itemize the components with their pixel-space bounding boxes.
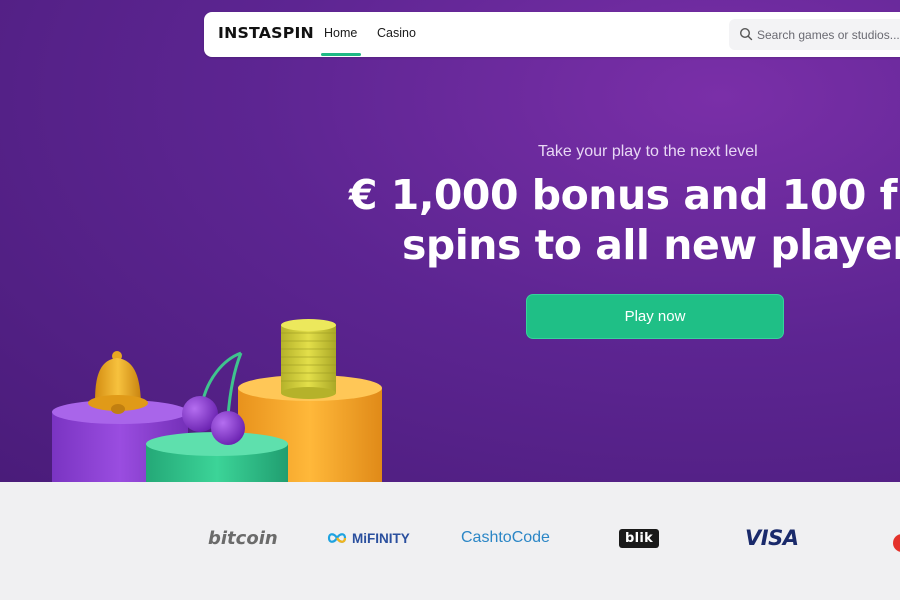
payment-methods-strip: bitcoin MiFINITY CashtoCode blik VISA [0, 482, 900, 600]
blik-logo: blik [619, 524, 660, 552]
active-tab-indicator [321, 53, 361, 56]
cashtocode-logo: CashtoCode [461, 529, 550, 546]
nav-casino-link[interactable]: Casino [377, 26, 416, 40]
hero-banner: INSTASPIN Home Casino Take your play to … [0, 0, 900, 482]
cherries-icon [182, 351, 245, 445]
coin-stack-icon [281, 319, 336, 399]
blik-text: blik [619, 528, 660, 548]
hero-headline-line2: spins to all new players [402, 221, 900, 269]
mastercard-logo-icon [893, 534, 900, 552]
bitcoin-logo: bitcoin [208, 527, 278, 549]
mifinity-logo: MiFINITY [326, 524, 410, 552]
search-icon [739, 27, 753, 41]
search-input[interactable] [757, 19, 900, 50]
instaspin-logo[interactable]: INSTASPIN [218, 24, 314, 42]
bell-icon [88, 351, 148, 414]
mifinity-infinity-icon [327, 533, 347, 543]
play-now-button[interactable]: Play now [526, 294, 784, 339]
hero-headline: € 1,000 bonus and 100 free spins to all … [345, 170, 900, 270]
hero-tagline: Take your play to the next level [538, 143, 758, 160]
hero-headline-line1: € 1,000 bonus and 100 free [349, 171, 900, 219]
nav-home-link[interactable]: Home [324, 26, 357, 40]
mifinity-text: MiFINITY [352, 530, 410, 546]
search-box[interactable] [729, 19, 900, 50]
visa-logo: VISA [745, 526, 799, 550]
top-navbar: INSTASPIN Home Casino [204, 12, 900, 57]
